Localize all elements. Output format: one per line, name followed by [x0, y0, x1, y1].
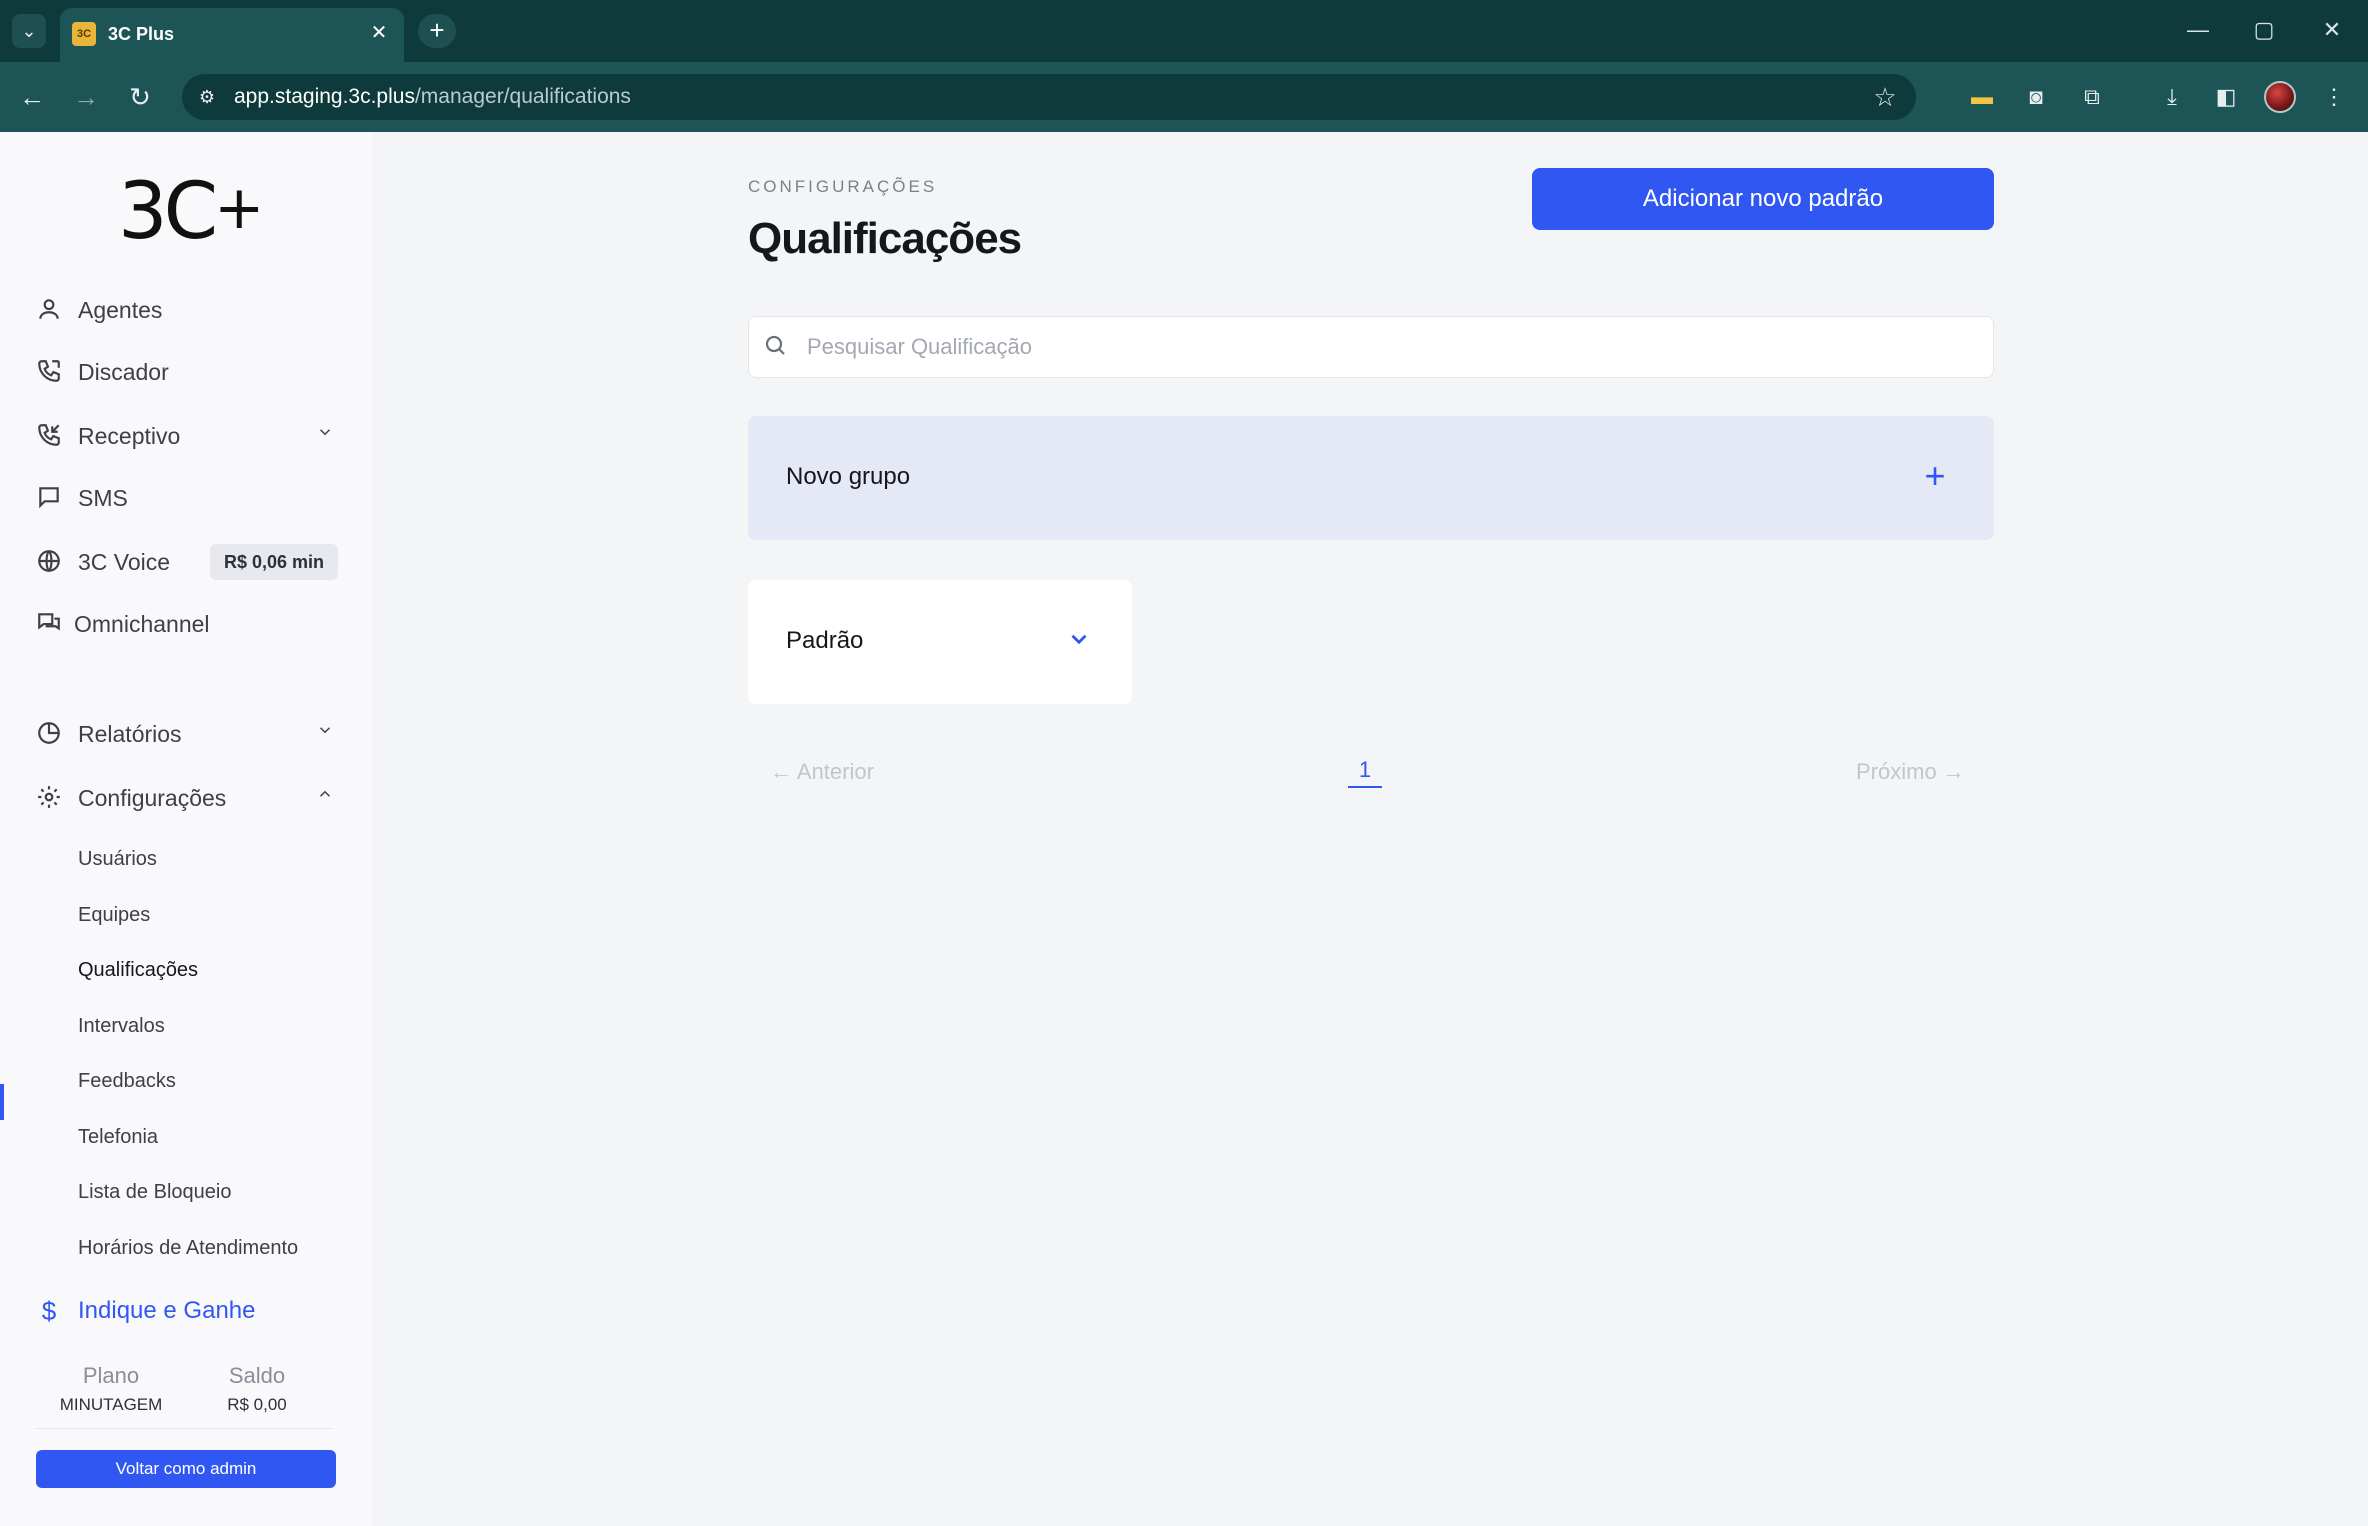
new-tab-button[interactable]: +	[418, 14, 456, 48]
side-panel-icon[interactable]: ◧	[2208, 79, 2244, 115]
url-domain: app.staging.3c.plus	[234, 85, 415, 108]
sidebar-item-label: SMS	[78, 485, 128, 511]
plan-column: Plano MINUTAGEM	[36, 1362, 186, 1416]
chevron-down-icon[interactable]	[1066, 626, 1096, 656]
favicon-icon: 3C	[72, 22, 96, 46]
sidebar-item-label: Omnichannel	[74, 611, 210, 637]
url-path: /manager/qualifications	[414, 85, 631, 108]
active-indicator	[0, 1084, 4, 1120]
message-icon	[34, 484, 64, 514]
default-group-label: Padrão	[786, 627, 864, 654]
submenu-item-telefonia[interactable]: Telefonia	[78, 1124, 158, 1150]
pie-chart-icon	[34, 720, 64, 750]
sidebar-item-relatorios[interactable]: Relatórios	[0, 710, 372, 758]
forward-icon[interactable]: →	[68, 79, 104, 115]
sidebar-item-sms[interactable]: SMS	[0, 474, 372, 522]
submenu-item-intervalos[interactable]: Intervalos	[78, 1013, 165, 1039]
back-icon[interactable]: ←	[14, 79, 50, 115]
site-settings-icon[interactable]: ⚙	[194, 84, 220, 110]
logo[interactable]: 3C+	[118, 172, 264, 252]
sidebar-item-discador[interactable]: Discador	[0, 348, 372, 396]
sidebar-item-label: Configurações	[78, 785, 227, 811]
breadcrumb: CONFIGURAÇÕES	[748, 177, 938, 196]
plan-value: MINUTAGEM	[59, 1395, 163, 1414]
window-close-icon[interactable]: ✕	[2310, 12, 2354, 48]
new-group-label: Novo grupo	[786, 463, 911, 490]
submenu-item-lista-de-bloqueio[interactable]: Lista de Bloqueio	[78, 1179, 231, 1205]
page-title: Qualificações	[748, 214, 1022, 263]
phone-incoming-icon	[34, 422, 64, 452]
dollar-icon: $	[41, 1296, 57, 1326]
extension-folder-icon[interactable]: ▬	[1964, 79, 2000, 115]
sidebar-item-label: Agentes	[78, 297, 163, 323]
url-text[interactable]: app.staging.3c.plus/manager/qualificatio…	[234, 85, 631, 109]
user-icon	[34, 296, 64, 326]
globe-icon	[34, 548, 64, 578]
submenu-item-horarios-de-atendimento[interactable]: Horários de Atendimento	[78, 1235, 298, 1261]
default-group-card[interactable]: Padrão	[748, 580, 1132, 704]
sidebar-item-omnichannel[interactable]: Omnichannel	[0, 600, 372, 648]
bookmark-star-icon[interactable]: ☆	[1870, 82, 1900, 112]
submenu-item-qualificacoes[interactable]: Qualificações	[78, 957, 198, 983]
sidebar-item-label: Receptivo	[78, 423, 181, 449]
browser-toolbar: ← → ↻ ⚙ app.staging.3c.plus/manager/qual…	[0, 62, 2368, 132]
download-icon[interactable]: ⤓	[2154, 79, 2190, 115]
price-badge: R$ 0,06 min	[210, 544, 339, 580]
sidebar: 3C+ Agentes Discador Receptivo SMS 3C Vo…	[0, 132, 372, 1526]
sidebar-item-receptivo[interactable]: Receptivo	[0, 412, 372, 460]
address-bar[interactable]: ⚙ app.staging.3c.plus/manager/qualificat…	[182, 74, 1916, 120]
profile-avatar[interactable]	[2264, 81, 2296, 113]
browser-tab-bar: ⌄ 3C 3C Plus ✕ + — ▢ ✕	[0, 0, 2368, 62]
balance-title: Saldo	[228, 1363, 286, 1388]
chevron-down-icon[interactable]	[312, 422, 338, 448]
sidebar-item-3c-voice[interactable]: 3C Voice R$ 0,06 min	[0, 538, 372, 586]
submenu-item-feedbacks[interactable]: Feedbacks	[78, 1068, 176, 1094]
indique-e-ganhe-link[interactable]: $ Indique e Ganhe	[0, 1288, 372, 1332]
add-new-standard-button[interactable]: Adicionar novo padrão	[1532, 168, 1994, 230]
extensions-puzzle-icon[interactable]: ⧉	[2074, 79, 2110, 115]
chevron-up-icon[interactable]	[312, 784, 338, 810]
chevron-down-icon[interactable]	[312, 720, 338, 746]
submenu-item-equipes[interactable]: Equipes	[78, 902, 150, 928]
sidebar-item-label: Relatórios	[78, 721, 182, 747]
sidebar-item-label: Discador	[78, 359, 169, 385]
reload-icon[interactable]: ↻	[122, 79, 158, 115]
plan-title: Plano	[82, 1363, 140, 1388]
sidebar-item-label: 3C Voice	[78, 549, 171, 575]
search-icon	[763, 333, 793, 363]
back-as-admin-button[interactable]: Voltar como admin	[36, 1450, 336, 1488]
extension-screen-icon[interactable]: ◙	[2018, 79, 2054, 115]
browser-tab[interactable]: 3C 3C Plus ✕	[60, 8, 404, 62]
balance-column: Saldo R$ 0,00	[182, 1362, 332, 1416]
submenu-item-usuarios[interactable]: Usuários	[78, 846, 157, 872]
pagination-previous[interactable]: ← Anterior	[770, 758, 874, 786]
pagination-next[interactable]: Próximo →	[1856, 758, 1965, 786]
phone-icon	[34, 358, 64, 388]
tab-close-icon[interactable]: ✕	[366, 20, 392, 46]
balance-value: R$ 0,00	[227, 1395, 287, 1414]
app-root: 3C+ Agentes Discador Receptivo SMS 3C Vo…	[0, 132, 2368, 1526]
search-input[interactable]	[807, 317, 1977, 377]
new-group-card[interactable]: Novo grupo +	[748, 416, 1994, 540]
pagination-page-1[interactable]: 1	[1348, 756, 1382, 788]
minimize-icon[interactable]: —	[2176, 12, 2220, 48]
sidebar-item-agentes[interactable]: Agentes	[0, 286, 372, 334]
gear-icon	[34, 784, 64, 814]
browser-menu-icon[interactable]: ⋮	[2316, 79, 2352, 115]
divider	[36, 1428, 332, 1429]
search-box[interactable]	[748, 316, 1994, 378]
tab-title: 3C Plus	[108, 24, 175, 44]
main-content: CONFIGURAÇÕES Qualificações Adicionar no…	[372, 132, 2368, 1526]
chat-icon	[34, 610, 64, 640]
maximize-icon[interactable]: ▢	[2242, 12, 2286, 48]
indique-label: Indique e Ganhe	[78, 1297, 256, 1324]
sidebar-item-configuracoes[interactable]: Configurações	[0, 774, 372, 822]
plus-icon[interactable]: +	[1918, 458, 1952, 494]
tab-search-button[interactable]: ⌄	[12, 14, 46, 48]
